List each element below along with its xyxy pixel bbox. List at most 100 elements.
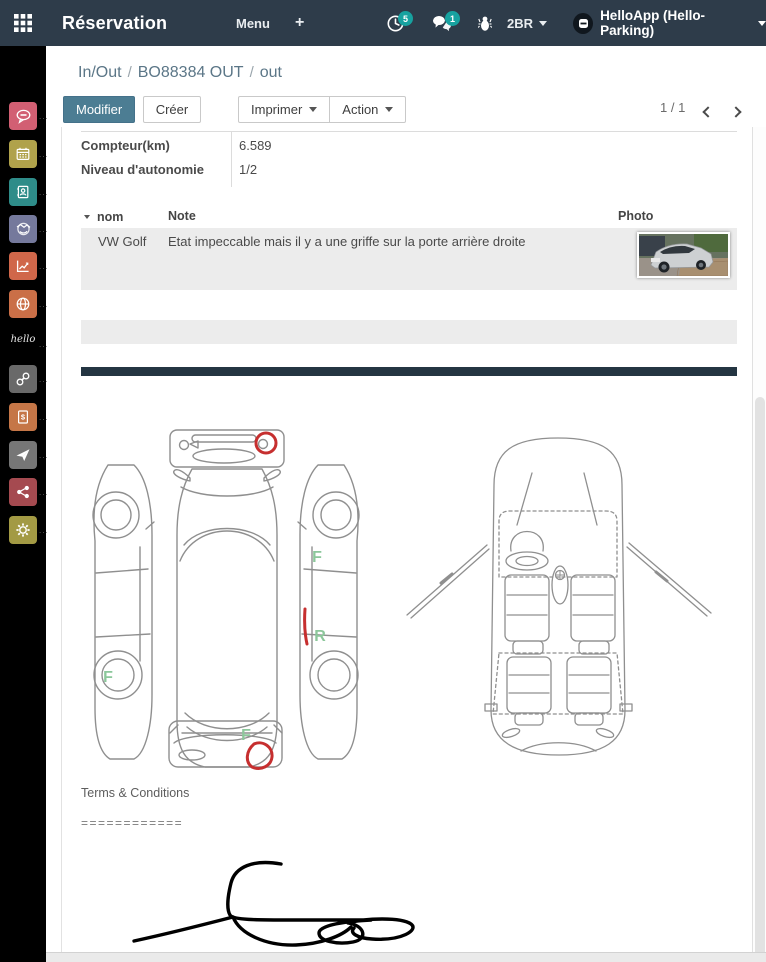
truncated-label: ... (39, 262, 49, 271)
company-switcher[interactable]: 2BR (507, 0, 547, 46)
bottom-strip (46, 952, 766, 962)
terms-title: Terms & Conditions (81, 786, 189, 800)
invoice-dollar-icon: $ (9, 403, 37, 431)
address-book-icon (9, 178, 37, 206)
globe-icon (9, 290, 37, 318)
imprimer-label: Imprimer (251, 102, 302, 117)
chat-bubble-icon (9, 102, 37, 130)
report-divider-bar (81, 367, 737, 376)
chevron-down-icon (758, 21, 766, 26)
vehicle-photo[interactable] (637, 232, 730, 278)
column-header-photo[interactable]: Photo (618, 209, 653, 223)
dropdown-buttons: Imprimer Action (238, 96, 406, 123)
apps-grid-icon[interactable] (13, 0, 33, 46)
modifier-button[interactable]: Modifier (63, 96, 135, 123)
breadcrumb-separator: / (122, 64, 138, 81)
sidebar-item-mailing[interactable]: ... (0, 441, 46, 475)
action-dropdown[interactable]: Action (330, 96, 406, 123)
company-name: 2BR (507, 16, 533, 31)
table-row[interactable]: VW Golf Etat impeccable mais il y a une … (81, 228, 737, 290)
truncated-label: ... (39, 340, 49, 349)
chevron-down-icon (539, 21, 547, 26)
plus-button[interactable]: + (295, 0, 304, 46)
imprimer-dropdown[interactable]: Imprimer (238, 96, 330, 123)
column-header-nom[interactable]: nom (84, 208, 123, 226)
cell-note: Etat impeccable mais il y a une griffe s… (168, 234, 598, 249)
field-value-compteur: 6.589 (239, 138, 272, 153)
signature-image (121, 852, 581, 952)
cell-nom: VW Golf (98, 234, 146, 249)
user-avatar (573, 13, 593, 34)
form-sheet: Compteur(km) 6.589 Niveau d'autonomie 1/… (61, 127, 753, 952)
user-name: HelloApp (Hello-Parking) (600, 8, 752, 38)
activity-badge: 5 (398, 11, 413, 26)
truncated-label: ... (39, 300, 49, 309)
sidebar-item-dashboard[interactable]: ... (0, 252, 46, 286)
sidebar-item-settings[interactable]: ... (0, 516, 46, 550)
divider (81, 131, 737, 132)
creer-button[interactable]: Créer (143, 96, 202, 123)
svg-text:$: $ (21, 413, 26, 422)
paper-plane-icon (9, 441, 37, 469)
breadcrumb-record[interactable]: BO88384 OUT (138, 64, 244, 81)
truncated-label: ... (39, 451, 49, 460)
sidebar-item-crm[interactable]: ... (0, 215, 46, 249)
sidebar-item-invoicing[interactable]: $ ... (0, 403, 46, 437)
hello-script-logo: hello (6, 334, 40, 345)
vertical-scrollbar[interactable] (752, 127, 766, 962)
pager-value: 1 / 1 (660, 100, 685, 115)
column-header-note[interactable]: Note (168, 209, 196, 223)
gear-icon (9, 516, 37, 544)
marker-left-wheel: F (103, 669, 113, 686)
chain-link-icon (9, 365, 37, 393)
truncated-label: ... (39, 150, 49, 159)
truncated-label: ... (39, 488, 49, 497)
sidebar-item-share[interactable]: ... (0, 478, 46, 512)
truncated-label: ... (39, 375, 49, 384)
vw-golf-photo-image (639, 234, 728, 276)
field-label-autonomie: Niveau d'autonomie (81, 162, 204, 177)
sidebar-item-contacts[interactable]: ... (0, 178, 46, 212)
breadcrumb-in-out[interactable]: In/Out (78, 64, 122, 81)
action-label: Action (342, 102, 378, 117)
pager-next-button[interactable] (732, 103, 740, 121)
pager-previous-button[interactable] (704, 103, 712, 121)
divider (231, 131, 232, 187)
app-sidebar: ... ... ... (0, 46, 46, 962)
share-nodes-icon (9, 478, 37, 506)
truncated-label: ... (39, 225, 49, 234)
top-navbar: Réservation Menu + 5 1 2BR (0, 0, 766, 46)
menu-dropdown[interactable]: Menu (236, 0, 270, 46)
sidebar-item-link[interactable]: ... (0, 365, 46, 399)
sidebar-item-discuss[interactable]: ... (0, 102, 46, 136)
truncated-label: ... (39, 188, 49, 197)
breadcrumb: In/Out/BO88384 OUT/out (78, 64, 282, 82)
breadcrumb-active: out (260, 64, 282, 81)
empty-list-row (81, 320, 737, 344)
truncated-label: ... (39, 112, 49, 121)
action-buttons: Modifier Créer (63, 96, 201, 123)
field-value-autonomie: 1/2 (239, 162, 257, 177)
field-label-compteur: Compteur(km) (81, 138, 170, 153)
scrollbar-thumb[interactable] (755, 397, 765, 962)
damage-line-rear-right-door (305, 609, 307, 644)
car-interior-diagram (401, 425, 716, 765)
sidebar-item-website[interactable]: ... (0, 290, 46, 324)
car-exterior-diagram: F R F F (86, 423, 366, 775)
sidebar-item-calendar[interactable]: ... (0, 140, 46, 174)
marker-front-right: F (312, 549, 322, 566)
user-menu[interactable]: HelloApp (Hello-Parking) (573, 0, 766, 46)
chevron-down-icon (385, 107, 393, 112)
truncated-label: ... (39, 526, 49, 535)
marker-rear-bumper: F (241, 727, 251, 744)
handshake-icon (9, 215, 37, 243)
chevron-down-icon (309, 107, 317, 112)
truncated-label: ... (39, 413, 49, 422)
debug-bug-icon[interactable] (478, 0, 492, 46)
sidebar-item-hello[interactable]: hello ... (0, 330, 46, 364)
line-chart-icon (9, 252, 37, 280)
sort-desc-icon (84, 215, 90, 219)
marker-rear-right: R (314, 628, 326, 645)
calendar-icon (9, 140, 37, 168)
messages-badge: 1 (445, 11, 460, 26)
